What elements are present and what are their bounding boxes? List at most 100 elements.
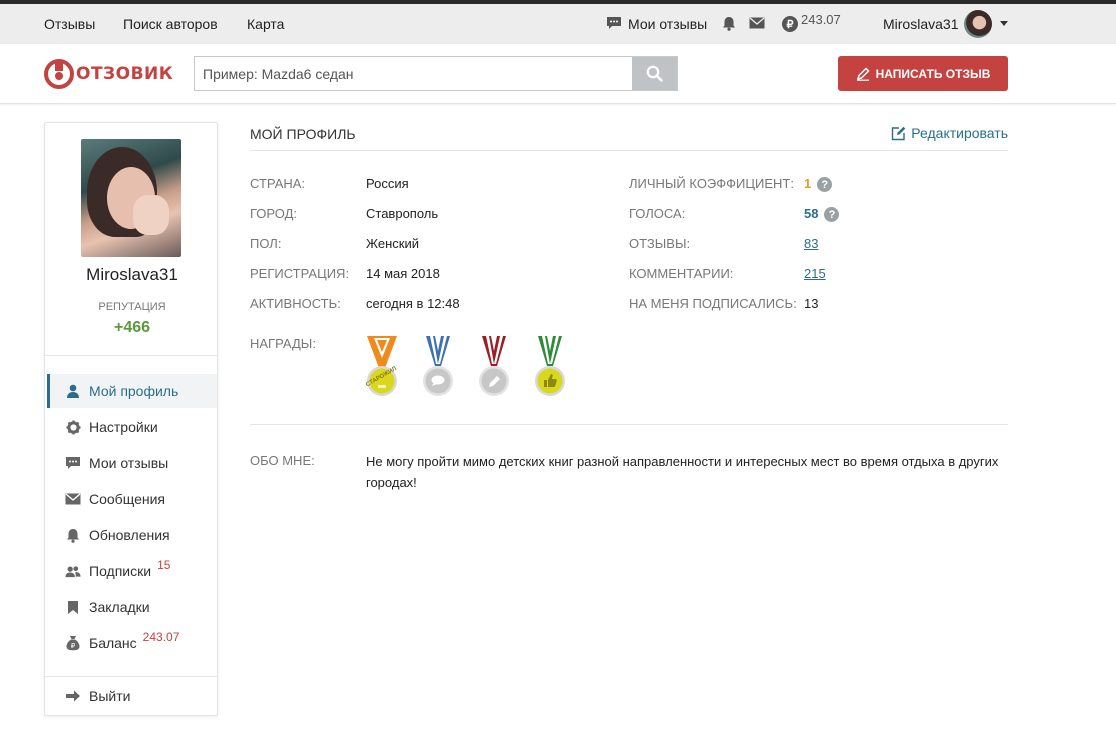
profile-photo bbox=[81, 139, 181, 257]
coefficient-number: 1 bbox=[804, 176, 812, 191]
sidebar-item-my-profile[interactable]: Мой профиль bbox=[47, 374, 217, 408]
coefficient-label: ЛИЧНЫЙ КОЭФФИЦИЕНТ: bbox=[629, 176, 794, 191]
about-text: Не могу пройти мимо детских книг разной … bbox=[366, 454, 999, 490]
top-username: Miroslava31 bbox=[883, 16, 959, 32]
medal-oldtimer-icon[interactable]: СТАРОЖИЛ bbox=[364, 334, 400, 398]
help-icon[interactable]: ? bbox=[824, 207, 840, 223]
otzovik-logo-icon bbox=[44, 59, 74, 89]
reputation-value: +466 bbox=[113, 319, 151, 336]
nav-authors-search-link[interactable]: Поиск авторов bbox=[123, 16, 218, 32]
reviews-label: ОТЗЫВЫ: bbox=[629, 236, 691, 251]
sidebar-item-label: Закладки bbox=[89, 599, 150, 615]
edit-profile-label: Редактировать bbox=[911, 125, 1008, 141]
search-bar bbox=[194, 56, 678, 91]
followers-label: НА МЕНЯ ПОДПИСАЛИСЬ: bbox=[629, 296, 797, 311]
sidebar-item-subscriptions[interactable]: Подписки 15 bbox=[47, 554, 217, 588]
user-menu[interactable]: Miroslava31 bbox=[883, 4, 1013, 44]
help-icon[interactable]: ? bbox=[817, 177, 833, 193]
gender-label: ПОЛ: bbox=[250, 236, 282, 251]
top-bar: Отзывы Поиск авторов Карта Мои отзывы ₽ … bbox=[0, 4, 1116, 44]
sidebar-item-label: Настройки bbox=[89, 419, 158, 435]
balance-value: 243.07 bbox=[801, 12, 841, 27]
sidebar-item-messages[interactable]: Сообщения bbox=[47, 482, 217, 516]
activity-value: сегодня в 12:48 bbox=[366, 296, 460, 311]
search-icon bbox=[646, 65, 663, 82]
city-value: Ставрополь bbox=[366, 206, 439, 221]
votes-label: ГОЛОСА: bbox=[629, 206, 686, 221]
nav-reviews-link[interactable]: Отзывы bbox=[44, 16, 95, 32]
votes-value: 58? bbox=[804, 206, 840, 223]
search-button[interactable] bbox=[632, 57, 677, 90]
sidebar-item-label: Мой профиль bbox=[89, 383, 179, 399]
sidebar-item-my-reviews[interactable]: Мои отзывы bbox=[47, 446, 217, 480]
registration-label: РЕГИСТРАЦИЯ: bbox=[250, 266, 350, 281]
comments-label: КОММЕНТАРИИ: bbox=[629, 266, 734, 281]
medal-thumbs-up-icon[interactable] bbox=[532, 334, 568, 398]
chevron-down-icon bbox=[1000, 21, 1008, 26]
sidebar-item-label: Баланс bbox=[89, 635, 137, 651]
country-value: Россия bbox=[366, 176, 409, 191]
bell-icon bbox=[65, 527, 81, 543]
votes-number: 58 bbox=[804, 206, 819, 221]
comments-count-link[interactable]: 215 bbox=[804, 266, 826, 281]
sidebar-divider bbox=[45, 355, 217, 356]
awards-list: СТАРОЖИЛ bbox=[364, 334, 568, 398]
sidebar-item-logout[interactable]: Выйти bbox=[47, 679, 217, 713]
sidebar-item-balance[interactable]: ₽ Баланс 243.07 bbox=[47, 626, 217, 660]
coefficient-value: 1? bbox=[804, 176, 833, 193]
sidebar-item-bookmarks[interactable]: Закладки bbox=[47, 590, 217, 624]
activity-label: АКТИВНОСТЬ: bbox=[250, 296, 341, 311]
sidebar-item-label: Сообщения bbox=[89, 491, 165, 507]
write-review-label: НАПИСАТЬ ОТЗЫВ bbox=[875, 66, 991, 81]
balance-badge: 243.07 bbox=[142, 630, 180, 644]
profile-sidebar: Miroslava31 РЕПУТАЦИЯ +466 Мой профиль Н… bbox=[44, 122, 218, 716]
followers-value: 13 bbox=[804, 296, 819, 311]
registration-value: 14 мая 2018 bbox=[366, 266, 440, 281]
reputation-label: РЕПУТАЦИЯ bbox=[98, 301, 166, 313]
user-icon bbox=[65, 383, 81, 399]
envelope-icon bbox=[65, 491, 81, 507]
pencil-icon bbox=[856, 66, 870, 81]
edit-icon bbox=[892, 126, 906, 140]
medal-pencil-icon[interactable] bbox=[476, 334, 512, 398]
edit-profile-link[interactable]: Редактировать bbox=[891, 125, 1008, 141]
svg-text:₽: ₽ bbox=[71, 642, 76, 650]
sidebar-divider bbox=[45, 676, 217, 677]
sidebar-item-label: Обновления bbox=[89, 527, 170, 543]
reviews-count-link[interactable]: 83 bbox=[804, 236, 818, 251]
write-review-button[interactable]: НАПИСАТЬ ОТЗЫВ bbox=[838, 56, 1008, 91]
logo[interactable]: ОТЗОВИК bbox=[44, 58, 173, 90]
money-bag-icon: ₽ bbox=[65, 635, 81, 651]
about-divider bbox=[250, 424, 1008, 425]
search-input[interactable] bbox=[195, 57, 632, 90]
gear-icon bbox=[65, 419, 81, 435]
title-divider bbox=[250, 150, 1008, 151]
sidebar-item-label: Мои отзывы bbox=[89, 455, 169, 471]
comment-icon bbox=[65, 455, 81, 471]
users-icon bbox=[65, 563, 81, 579]
avatar bbox=[964, 10, 992, 38]
sidebar-item-label: Выйти bbox=[89, 688, 131, 704]
my-reviews-link[interactable]: Мои отзывы bbox=[606, 4, 716, 44]
about-label: ОБО МНЕ: bbox=[250, 453, 315, 468]
bookmark-icon bbox=[65, 599, 81, 615]
arrow-right-icon bbox=[65, 688, 81, 704]
ruble-icon: ₽ bbox=[782, 16, 798, 32]
sidebar-username: Miroslava31 bbox=[86, 265, 178, 284]
page-title: МОЙ ПРОФИЛЬ bbox=[250, 126, 356, 142]
subscriptions-count-badge: 15 bbox=[157, 558, 171, 572]
my-reviews-label: Мои отзывы bbox=[628, 16, 708, 32]
sidebar-item-label: Подписки bbox=[89, 563, 152, 579]
sidebar-item-settings[interactable]: Настройки bbox=[47, 410, 217, 444]
header: ОТЗОВИК НАПИСАТЬ ОТЗЫВ bbox=[0, 44, 1116, 104]
balance-display[interactable]: ₽ 243.07 bbox=[782, 4, 852, 44]
bell-icon[interactable] bbox=[722, 16, 736, 31]
sidebar-item-updates[interactable]: Обновления bbox=[47, 518, 217, 552]
country-label: СТРАНА: bbox=[250, 176, 306, 191]
envelope-icon[interactable] bbox=[749, 17, 765, 29]
gender-value: Женский bbox=[366, 236, 419, 251]
nav-map-link[interactable]: Карта bbox=[247, 16, 284, 32]
city-label: ГОРОД: bbox=[250, 206, 298, 221]
awards-label: НАГРАДЫ: bbox=[250, 336, 316, 351]
medal-comment-icon[interactable] bbox=[420, 334, 456, 398]
